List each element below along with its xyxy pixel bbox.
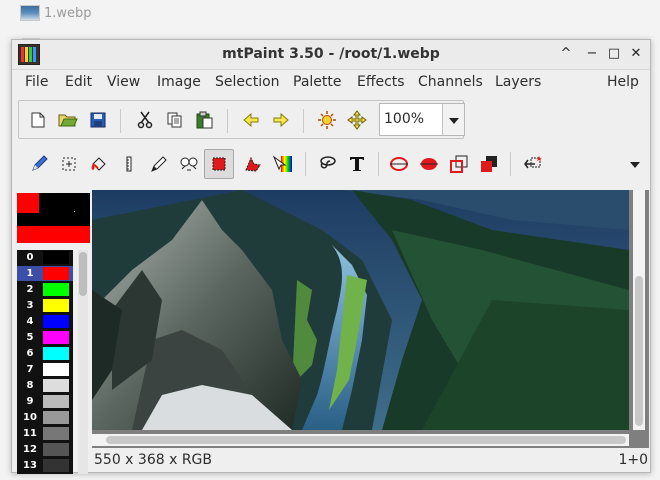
cursor-position: 1+0 bbox=[618, 452, 648, 468]
redo-icon[interactable] bbox=[268, 107, 294, 133]
palette-entry[interactable]: 5 bbox=[17, 330, 73, 345]
mtpaint-window: mtPaint 3.50 - /root/1.webp ^ − □ ✕ File… bbox=[11, 39, 651, 474]
palette-entry[interactable]: 13 bbox=[17, 458, 73, 473]
canvas-area[interactable] bbox=[92, 190, 649, 448]
text-icon[interactable] bbox=[344, 151, 370, 177]
pan-icon[interactable] bbox=[344, 107, 370, 133]
undo-icon[interactable] bbox=[238, 107, 264, 133]
maximize-button[interactable]: □ bbox=[605, 45, 623, 63]
horizontal-scroll-thumb[interactable] bbox=[106, 436, 626, 444]
menu-effects[interactable]: Effects bbox=[357, 74, 405, 90]
palette-entry-selected[interactable]: 1 bbox=[17, 266, 73, 281]
menu-selection[interactable]: Selection bbox=[215, 74, 280, 90]
palette-scrollbar[interactable] bbox=[78, 250, 88, 474]
desktop-file-label: 1.webp bbox=[44, 5, 92, 21]
menu-bar: File Edit View Image Selection Palette E… bbox=[12, 71, 650, 95]
tools-toolbar bbox=[18, 146, 643, 182]
foreground-colour[interactable] bbox=[17, 193, 39, 213]
cut-icon[interactable] bbox=[132, 107, 158, 133]
palette-entry[interactable]: 2 bbox=[17, 282, 73, 297]
save-icon[interactable] bbox=[85, 107, 111, 133]
new-icon[interactable] bbox=[25, 107, 51, 133]
menu-edit[interactable]: Edit bbox=[65, 74, 92, 90]
menu-file[interactable]: File bbox=[25, 74, 48, 90]
image-file-icon bbox=[20, 5, 40, 21]
palette-scroll-thumb[interactable] bbox=[79, 252, 87, 296]
palette-entry[interactable]: 8 bbox=[17, 378, 73, 393]
menu-palette[interactable]: Palette bbox=[293, 74, 342, 90]
title-bar[interactable]: mtPaint 3.50 - /root/1.webp ^ − □ ✕ bbox=[12, 40, 650, 70]
status-bar: 550 x 368 x RGB 1+0 bbox=[92, 450, 648, 472]
paint-icon[interactable] bbox=[26, 151, 52, 177]
desktop-file[interactable]: 1.webp bbox=[20, 5, 92, 21]
zoom-dropdown-button[interactable] bbox=[442, 104, 464, 135]
copy-icon[interactable] bbox=[162, 107, 188, 133]
canvas-image[interactable] bbox=[92, 190, 629, 430]
canvas-horizontal-scrollbar[interactable] bbox=[92, 434, 629, 446]
flip-select-icon[interactable] bbox=[520, 151, 546, 177]
palette-entry[interactable]: 6 bbox=[17, 346, 73, 361]
palette-entry[interactable]: 4 bbox=[17, 314, 73, 329]
open-icon[interactable] bbox=[55, 107, 81, 133]
palette-list[interactable]: 0 1 2 3 4 5 6 7 8 9 10 11 12 13 bbox=[17, 250, 73, 474]
menu-help[interactable]: Help bbox=[607, 74, 639, 90]
vertical-scroll-thumb[interactable] bbox=[635, 276, 643, 426]
shuffle-icon[interactable] bbox=[56, 151, 82, 177]
zoom-value[interactable]: 100% bbox=[384, 111, 424, 127]
pattern-preview[interactable] bbox=[17, 226, 90, 243]
chevron-down-icon bbox=[449, 118, 459, 124]
palette-entry[interactable]: 10 bbox=[17, 410, 73, 425]
outline-ellipse-icon[interactable] bbox=[386, 151, 412, 177]
clone-icon[interactable] bbox=[176, 151, 202, 177]
gradient-icon[interactable] bbox=[270, 151, 296, 177]
main-toolbar: 100% bbox=[18, 100, 465, 139]
palette-entry[interactable]: 3 bbox=[17, 298, 73, 313]
outline-rect-icon[interactable] bbox=[446, 151, 472, 177]
dropdown-icon[interactable] bbox=[622, 151, 648, 177]
palette-entry[interactable]: 7 bbox=[17, 362, 73, 377]
menu-layers[interactable]: Layers bbox=[495, 74, 541, 90]
rect-select-icon[interactable] bbox=[204, 149, 234, 179]
shade-button[interactable]: ^ bbox=[557, 45, 575, 63]
close-button[interactable]: ✕ bbox=[627, 45, 645, 63]
window-title: mtPaint 3.50 - /root/1.webp bbox=[222, 46, 440, 62]
canvas-vertical-scrollbar[interactable] bbox=[633, 190, 645, 430]
palette-entry[interactable]: 9 bbox=[17, 394, 73, 409]
straight-line-icon[interactable] bbox=[116, 151, 142, 177]
minimize-button[interactable]: − bbox=[583, 45, 601, 63]
flood-fill-icon[interactable] bbox=[86, 151, 112, 177]
polygon-select-icon[interactable] bbox=[240, 151, 266, 177]
palette-entry[interactable]: 12 bbox=[17, 442, 73, 457]
transform-colour-icon[interactable] bbox=[314, 107, 340, 133]
palette-entry[interactable]: 0 bbox=[17, 250, 73, 265]
palette-entry[interactable]: 11 bbox=[17, 426, 73, 441]
fill-ellipse-icon[interactable] bbox=[416, 151, 442, 177]
paste-icon[interactable] bbox=[192, 107, 218, 133]
image-info: 550 x 368 x RGB bbox=[94, 452, 212, 468]
colour-swatch[interactable] bbox=[17, 193, 90, 243]
lasso-icon[interactable] bbox=[314, 151, 340, 177]
menu-view[interactable]: View bbox=[107, 74, 140, 90]
menu-channels[interactable]: Channels bbox=[418, 74, 483, 90]
fill-rect-icon[interactable] bbox=[476, 151, 502, 177]
smudge-icon[interactable] bbox=[146, 151, 172, 177]
menu-image[interactable]: Image bbox=[157, 74, 201, 90]
zoom-combo[interactable]: 100% bbox=[379, 103, 465, 136]
